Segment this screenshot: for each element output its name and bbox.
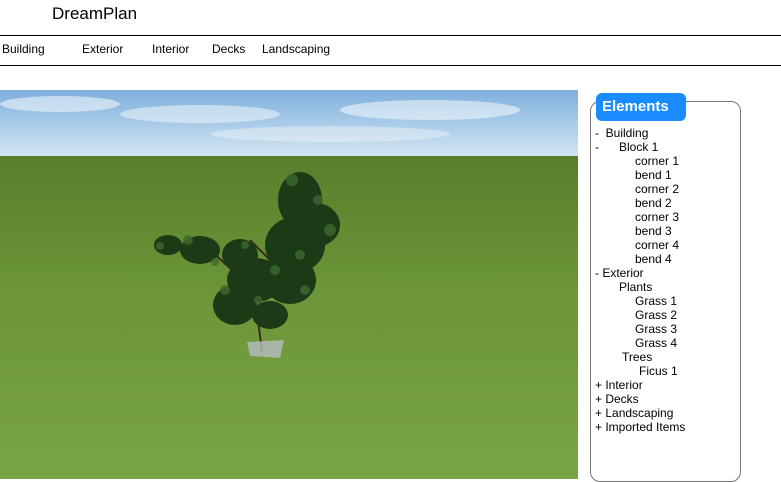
tree-node-corner-3[interactable]: corner 3 (635, 210, 679, 224)
menu-exterior[interactable]: Exterior (82, 42, 123, 56)
tree-node-grass-4[interactable]: Grass 4 (635, 336, 677, 350)
tree-node-bend-3[interactable]: bend 3 (635, 224, 672, 238)
tree-node-grass-1[interactable]: Grass 1 (635, 294, 677, 308)
tree-node-interior[interactable]: + Interior (595, 378, 643, 392)
tree-node-bend-2[interactable]: bend 2 (635, 196, 672, 210)
elements-panel-title: Elements (596, 93, 686, 121)
tree-node-decks[interactable]: + Decks (595, 392, 639, 406)
tree-node-exterior[interactable]: - Exterior (595, 266, 644, 280)
tree-node-grass-2[interactable]: Grass 2 (635, 308, 677, 322)
tree-node-trees[interactable]: Trees (622, 350, 652, 364)
tree-node-building[interactable]: - Building (595, 126, 648, 140)
tree-node-corner-2[interactable]: corner 2 (635, 182, 679, 196)
3d-viewport[interactable] (0, 90, 578, 479)
tree-node-imported-items[interactable]: + Imported Items (595, 420, 685, 434)
tree-node-landscaping[interactable]: + Landscaping (595, 406, 673, 420)
menu-landscaping[interactable]: Landscaping (262, 42, 330, 56)
tree-node-corner-4[interactable]: corner 4 (635, 238, 679, 252)
app-title: DreamPlan (52, 4, 138, 23)
scene-render (0, 90, 578, 479)
menu-interior[interactable]: Interior (152, 42, 189, 56)
menu-building[interactable]: Building (2, 42, 45, 56)
menu-top-divider (0, 35, 781, 36)
tree-node-bend-4[interactable]: bend 4 (635, 252, 672, 266)
tree-node-block-1[interactable]: - Block 1 (595, 140, 658, 154)
tree-node-ficus-1[interactable]: Ficus 1 (639, 364, 678, 378)
menu-bottom-divider (0, 65, 781, 66)
tree-node-bend-1[interactable]: bend 1 (635, 168, 672, 182)
tree-node-corner-1[interactable]: corner 1 (635, 154, 679, 168)
menu-decks[interactable]: Decks (212, 42, 245, 56)
tree-node-plants[interactable]: Plants (619, 280, 652, 294)
tree-node-grass-3[interactable]: Grass 3 (635, 322, 677, 336)
